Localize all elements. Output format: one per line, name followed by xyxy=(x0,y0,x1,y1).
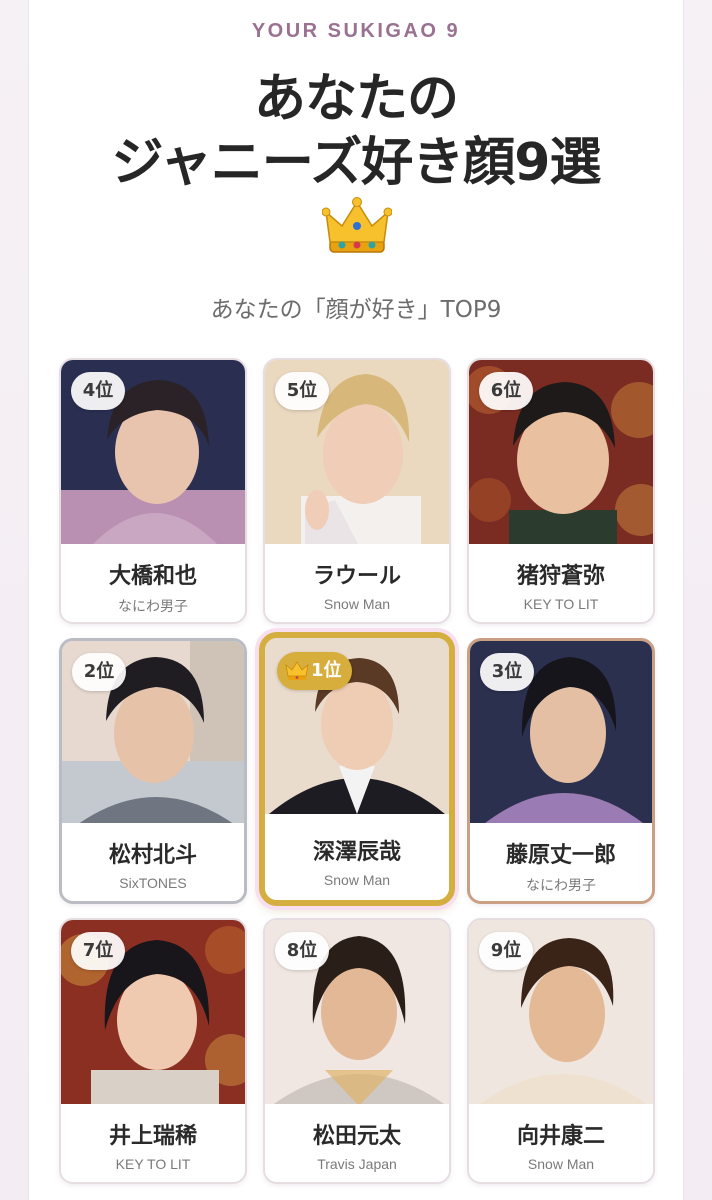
rank-badge: 3位 xyxy=(480,653,534,691)
ranking-card-5[interactable]: 5位 ラウール Snow Man xyxy=(263,358,451,624)
crown-icon xyxy=(285,661,309,680)
ranking-card-2[interactable]: 2位 松村北斗 SixTONES xyxy=(59,638,247,904)
member-name: 松村北斗 xyxy=(108,843,197,868)
group-name: なにわ男子 xyxy=(526,877,596,893)
group-name: Snow Man xyxy=(323,872,391,888)
rank-badge: 1位 xyxy=(277,652,352,690)
member-name: 松田元太 xyxy=(312,1124,401,1149)
group-name: Travis Japan xyxy=(317,1156,397,1172)
group-name: なにわ男子 xyxy=(118,598,188,614)
group-name: Snow Man xyxy=(323,596,391,612)
member-name: 藤原丈一郎 xyxy=(505,843,616,868)
rank-badge: 2位 xyxy=(72,653,126,691)
crown-icon xyxy=(322,197,392,253)
page-subtitle: あなたの「顔が好き」TOP9 xyxy=(210,297,502,323)
rank-badge: 7位 xyxy=(71,932,125,970)
eyebrow-label: YOUR SUKIGAO 9 xyxy=(251,20,461,42)
member-name: 猪狩蒼弥 xyxy=(516,564,605,589)
member-name: ラウール xyxy=(312,564,401,589)
rank-badge: 8位 xyxy=(275,932,329,970)
page-margin-right xyxy=(684,0,712,1200)
ranking-card-8[interactable]: 8位 松田元太 Travis Japan xyxy=(263,918,451,1184)
ranking-card-9[interactable]: 9位 向井康二 Snow Man xyxy=(467,918,655,1184)
group-name: KEY TO LIT xyxy=(523,596,599,612)
rank-badge: 5位 xyxy=(275,372,329,410)
rank-badge: 6位 xyxy=(479,372,533,410)
group-name: Snow Man xyxy=(527,1156,595,1172)
member-name: 井上瑞稀 xyxy=(108,1124,197,1149)
ranking-card-7[interactable]: 7位 井上瑞稀 KEY TO LIT xyxy=(59,918,247,1184)
rank-badge: 9位 xyxy=(479,932,533,970)
group-name: SixTONES xyxy=(119,875,187,891)
rank-badge: 4位 xyxy=(71,372,125,410)
ranking-card-3[interactable]: 3位 藤原丈一郎 なにわ男子 xyxy=(467,638,655,904)
ranking-card-6[interactable]: 6位 猪狩蒼弥 KEY TO LIT xyxy=(467,358,655,624)
ranking-card-1[interactable]: 1位 深澤辰哉 Snow Man xyxy=(259,632,455,906)
page-title-line2: ジャニーズ好き顔9選 xyxy=(111,133,602,193)
result-card: YOUR SUKIGAO 9 あなたの ジャニーズ好き顔9選 あなたの「顔が好き… xyxy=(28,0,684,1200)
member-name: 深澤辰哉 xyxy=(312,840,401,865)
member-name: 向井康二 xyxy=(516,1124,605,1149)
page-margin-left xyxy=(0,0,28,1200)
group-name: KEY TO LIT xyxy=(115,1156,191,1172)
page-title-line1: あなたの xyxy=(253,69,459,129)
ranking-card-4[interactable]: 4位 大橋和也 なにわ男子 xyxy=(59,358,247,624)
rank-label: 1位 xyxy=(311,660,342,681)
member-name: 大橋和也 xyxy=(108,564,197,589)
